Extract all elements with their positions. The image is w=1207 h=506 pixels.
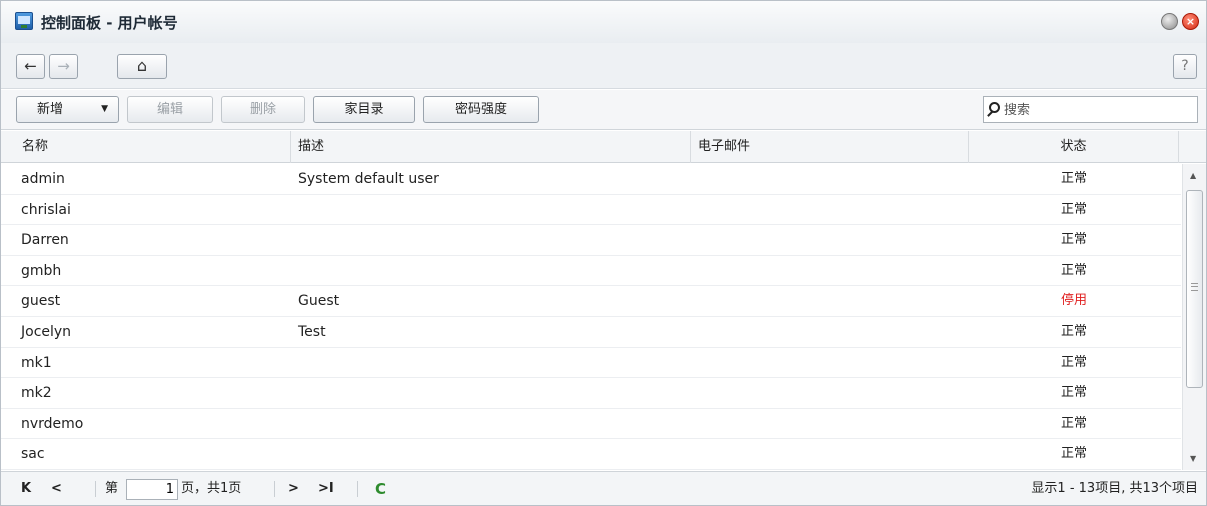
user-name: sac: [21, 446, 45, 463]
separator: [95, 481, 96, 497]
user-description: Test: [298, 323, 326, 340]
user-status: 正常: [1060, 232, 1087, 248]
first-page-icon[interactable]: K: [21, 479, 31, 499]
last-page-icon[interactable]: >I: [318, 479, 334, 499]
toolbar: 新增 ▼ 编辑 删除 家目录 密码强度: [1, 90, 1206, 130]
table-row[interactable]: gmbh 正常: [1, 256, 1181, 287]
scroll-down-icon[interactable]: ▼: [1190, 454, 1196, 463]
title-bar: 控制面板 - 用户帐号 ×: [1, 1, 1206, 43]
edit-button[interactable]: 编辑: [127, 96, 213, 123]
page-prefix-label: 第: [105, 481, 119, 496]
arrow-right-icon: →: [57, 57, 70, 75]
user-status: 正常: [1060, 385, 1087, 401]
help-button[interactable]: ?: [1173, 54, 1197, 79]
user-status: 正常: [1060, 171, 1087, 186]
table-row[interactable]: mk1 正常: [1, 348, 1181, 379]
chevron-down-icon: ▼: [101, 104, 108, 114]
close-button[interactable]: ×: [1182, 13, 1199, 30]
page-number-input[interactable]: [126, 479, 178, 500]
item-count-summary: 显示1 - 13项目, 共13个项目: [1031, 481, 1198, 496]
table-row[interactable]: admin System default user 正常: [1, 164, 1181, 195]
table-row[interactable]: mk2 正常: [1, 378, 1181, 409]
table-row[interactable]: Darren 正常: [1, 225, 1181, 256]
page-count-label: 页，共1页: [181, 481, 242, 496]
control-panel-window: 控制面板 - 用户帐号 × ← → ⌂ ? 新增 ▼ 编辑 删除 家目录 密码强…: [0, 0, 1207, 506]
password-strength-button[interactable]: 密码强度: [423, 96, 539, 123]
column-header-description[interactable]: 描述: [291, 131, 691, 163]
table-row[interactable]: chrislai 正常: [1, 195, 1181, 226]
user-description: System default user: [298, 171, 439, 187]
column-header-status[interactable]: 状态: [969, 131, 1179, 163]
user-name: mk1: [21, 354, 52, 371]
scroll-up-icon[interactable]: ▲: [1190, 171, 1196, 180]
back-button[interactable]: ←: [16, 54, 45, 79]
column-header-filler: [1179, 131, 1206, 163]
table-row[interactable]: Jocelyn Test 正常: [1, 317, 1181, 348]
search-icon: [989, 102, 1000, 113]
user-status: 正常: [1060, 354, 1087, 370]
user-name: guest: [21, 293, 61, 310]
table-header: 名称 描述 电子邮件 状态: [1, 131, 1206, 163]
column-header-name[interactable]: 名称: [15, 131, 291, 163]
add-button[interactable]: 新增 ▼: [16, 96, 119, 123]
next-page-icon[interactable]: >: [288, 479, 299, 499]
help-icon: ?: [1181, 58, 1189, 74]
minimize-button[interactable]: [1161, 13, 1178, 30]
home-icon: ⌂: [136, 56, 148, 75]
user-status: 正常: [1060, 415, 1087, 431]
table-row[interactable]: nvrdemo 正常: [1, 409, 1181, 440]
user-name: gmbh: [21, 262, 62, 279]
forward-button[interactable]: →: [49, 54, 78, 79]
user-status: 正常: [1060, 446, 1087, 462]
user-name: Darren: [21, 232, 69, 249]
user-name: Jocelyn: [21, 323, 72, 340]
user-status: 正常: [1060, 201, 1087, 217]
close-icon: ×: [1185, 15, 1196, 28]
scroll-thumb[interactable]: [1186, 190, 1203, 388]
home-directory-button[interactable]: 家目录: [313, 96, 415, 123]
grip-icon: [1191, 283, 1198, 291]
previous-page-icon[interactable]: <: [51, 479, 62, 499]
search-box: [983, 96, 1198, 123]
refresh-icon[interactable]: C: [375, 479, 386, 499]
user-name: chrislai: [21, 201, 71, 218]
user-table: admin System default user 正常 chrislai 正常…: [1, 164, 1181, 470]
control-panel-icon: [15, 12, 33, 30]
pagination-bar: K < 第 页，共1页 > >I C 显示1 - 13项目, 共13个项目: [1, 471, 1206, 505]
search-input[interactable]: [1004, 100, 1192, 120]
vertical-scrollbar[interactable]: ▲ ▼: [1182, 164, 1206, 470]
user-name: mk2: [21, 385, 52, 402]
home-button[interactable]: ⌂: [117, 54, 167, 79]
table-row[interactable]: sac 正常: [1, 439, 1181, 470]
user-status: 停用: [1060, 293, 1087, 309]
arrow-left-icon: ←: [24, 57, 37, 75]
window-title: 控制面板 - 用户帐号: [41, 14, 178, 32]
add-button-label: 新增: [37, 102, 64, 117]
user-description: Guest: [298, 293, 340, 310]
user-status: 正常: [1060, 262, 1087, 278]
delete-button[interactable]: 删除: [221, 96, 305, 123]
separator: [357, 481, 358, 497]
navigation-bar: ← → ⌂ ?: [1, 43, 1206, 89]
column-header-email[interactable]: 电子邮件: [691, 131, 969, 163]
user-name: admin: [21, 171, 65, 187]
separator: [274, 481, 275, 497]
table-row[interactable]: guest Guest 停用: [1, 286, 1181, 317]
user-name: nvrdemo: [21, 415, 84, 432]
user-status: 正常: [1060, 323, 1087, 339]
